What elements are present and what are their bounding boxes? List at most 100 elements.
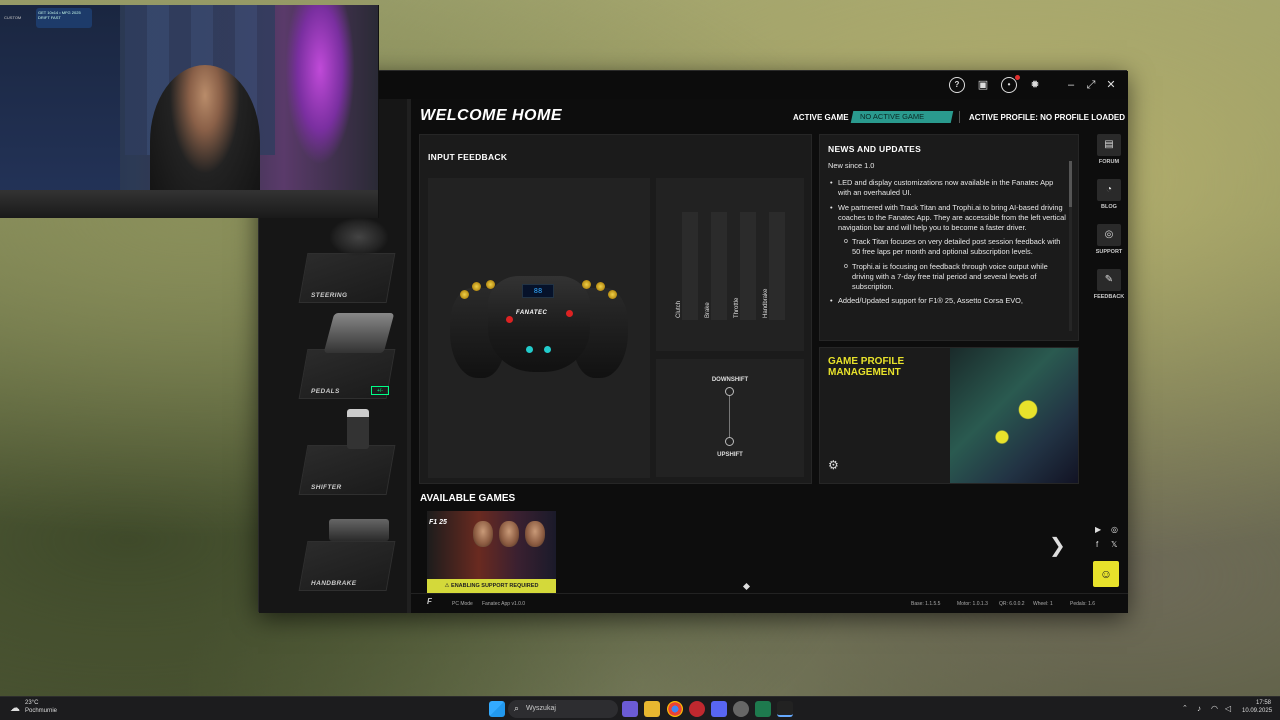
wheel-knob: [608, 290, 617, 299]
game-card-f1-25[interactable]: F1 25: [427, 511, 556, 579]
wheel-button: [566, 310, 573, 317]
game-art: [525, 521, 545, 547]
teams-icon[interactable]: [622, 701, 638, 717]
game-profile-management-card[interactable]: GAME PROFILE MANAGEMENT ⚙: [819, 347, 1079, 484]
shift-track: [729, 391, 730, 443]
handbrake-bar: [769, 212, 785, 320]
nav-item-shifter[interactable]: SHIFTER: [298, 405, 396, 495]
news-item: LED and display customizations now avail…: [828, 178, 1066, 198]
pc-mode: PC Mode: [452, 601, 473, 607]
throttle-bar: [740, 212, 756, 320]
devices-icon[interactable]: ▣: [975, 77, 991, 93]
news-list: LED and display customizations now avail…: [828, 178, 1066, 306]
nav-item-handbrake[interactable]: HANDBRAKE: [298, 501, 396, 591]
blog-link[interactable]: ◔ BLOG: [1091, 179, 1127, 219]
shifter-thumbnail: [347, 409, 369, 449]
webcam-decoration: [285, 5, 355, 165]
active-game-badge[interactable]: NO ACTIVE GAME: [850, 111, 954, 123]
volume-icon[interactable]: ◁: [1225, 701, 1231, 717]
active-profile-label: ACTIVE PROFILE:: [969, 113, 1038, 122]
brake-label: Brake: [705, 302, 711, 318]
base-version: Base: 1.1.5.5: [911, 601, 941, 607]
clutch-label: Clutch: [676, 300, 682, 318]
tray-chevron-icon[interactable]: ⌃: [1182, 701, 1188, 717]
active-game-label: ACTIVE GAME: [793, 113, 849, 122]
news-item: Added/Updated support for F1® 25, Assett…: [828, 296, 1066, 306]
x-icon[interactable]: 𝕏: [1111, 540, 1117, 549]
webcam-sticker: GET 10x14 • MFG 2025 DRIFT FAST: [36, 8, 92, 28]
youtube-icon[interactable]: ▶: [1095, 525, 1101, 534]
input-feedback-panel: INPUT FEEDBACK 88 FANATEC Clutch Brake T…: [419, 134, 812, 484]
feedback-label: FEEDBACK: [1093, 294, 1125, 300]
enable-support-button[interactable]: ⚠ ENABLING SUPPORT REQUIRED: [427, 579, 556, 593]
help-icon[interactable]: ?: [949, 77, 965, 93]
wheel-version: Wheel: 1: [1033, 601, 1053, 607]
microphone-icon[interactable]: ♪: [1197, 701, 1201, 717]
news-title: NEWS AND UPDATES: [828, 144, 922, 154]
page-title: WELCOME HOME: [420, 107, 562, 124]
clock-date[interactable]: 10.09.2025: [1242, 707, 1272, 720]
webcam-wall: [0, 5, 120, 218]
app-version: Fanatec App v1.0.0: [482, 601, 526, 607]
nav-label-steering: STEERING: [311, 292, 348, 299]
feedback-link[interactable]: ✎ FEEDBACK: [1091, 269, 1127, 309]
wheel-button: [526, 346, 533, 353]
chrome-icon[interactable]: [667, 701, 683, 717]
motor-version: Motor: 1.0.1.3: [957, 601, 988, 607]
fanatec-taskbar-icon[interactable]: [777, 701, 793, 717]
facebook-icon[interactable]: f: [1096, 540, 1098, 549]
fanatec-app-window: ? ▣ • ✹ – ⤢ ✕ STEERING PEDALS +/- SHIFTE…: [258, 70, 1128, 613]
news-subtitle: New since 1.0: [828, 161, 875, 170]
active-profile[interactable]: ACTIVE PROFILE: NO PROFILE LOADED: [969, 113, 1125, 122]
start-icon[interactable]: [489, 701, 505, 717]
instagram-icon[interactable]: ◎: [1111, 525, 1118, 534]
weather-desc: Pochmurnie: [25, 708, 58, 714]
header-divider: [959, 111, 960, 123]
active-game-value: NO ACTIVE GAME: [860, 112, 925, 121]
webcam-overlay: GET 10x14 • MFG 2025 DRIFT FAST CUSTOM: [0, 5, 379, 218]
discord-icon[interactable]: [711, 701, 727, 717]
shift-indicator: DOWNSHIFT UPSHIFT: [656, 359, 804, 477]
games-next-arrow[interactable]: ❯: [1049, 533, 1066, 558]
search-input[interactable]: Wyszukaj: [508, 700, 618, 718]
wheel-knob: [486, 280, 495, 289]
nav-label-handbrake: HANDBRAKE: [311, 580, 357, 587]
pedals-thumbnail: [323, 313, 395, 353]
status-bar: F PC Mode Fanatec App v1.0.0 Base: 1.1.5…: [411, 593, 1128, 613]
blog-label: BLOG: [1101, 204, 1117, 210]
notification-dot: [1015, 75, 1020, 80]
excel-icon[interactable]: [755, 701, 771, 717]
clutch-bar: [682, 212, 698, 320]
wheel-button: [544, 346, 551, 353]
webcam-desk: [0, 190, 378, 218]
nav-label-pedals: PEDALS: [311, 388, 340, 395]
support-link[interactable]: ◎ SUPPORT: [1091, 224, 1127, 264]
opera-icon[interactable]: [689, 701, 705, 717]
active-profile-value: NO PROFILE LOADED: [1040, 113, 1126, 122]
forum-link[interactable]: ▤ FORUM: [1091, 134, 1127, 174]
wifi-icon[interactable]: ◠: [1211, 701, 1218, 717]
game-profile-image: [950, 348, 1078, 483]
news-scroll-thumb[interactable]: [1069, 161, 1072, 207]
notifications-icon[interactable]: •: [1001, 77, 1017, 93]
minimize-button[interactable]: –: [1063, 77, 1079, 93]
close-button[interactable]: ✕: [1103, 77, 1119, 93]
title-bar: ? ▣ • ✹ – ⤢ ✕: [259, 71, 1128, 99]
search-icon: ⌕: [514, 703, 520, 713]
throttle-label: Throttle: [734, 297, 740, 318]
downshift-indicator: [725, 387, 734, 396]
pedals-badge: +/-: [371, 386, 389, 395]
games-pager-dot[interactable]: [742, 582, 751, 591]
wheel-knob: [472, 282, 481, 291]
folder-icon[interactable]: [644, 701, 660, 717]
news-subitem: Trophi.ai is focusing on feedback throug…: [842, 262, 1066, 293]
chat-assistant-button[interactable]: ☺: [1093, 561, 1119, 587]
taskbar: ☁ 23°C Pochmurnie Wyszukaj ⌕ ⌃ ♪ ◠ ◁ 17:…: [0, 696, 1280, 720]
app-icon[interactable]: [733, 701, 749, 717]
nav-item-steering[interactable]: STEERING: [298, 213, 396, 303]
steering-wheel-image: 88 FANATEC: [450, 268, 628, 386]
settings-icon[interactable]: ✹: [1027, 77, 1043, 93]
nav-item-pedals[interactable]: PEDALS +/-: [298, 309, 396, 399]
maximize-button[interactable]: ⤢: [1083, 77, 1099, 93]
news-panel[interactable]: NEWS AND UPDATES New since 1.0 LED and d…: [819, 134, 1079, 341]
